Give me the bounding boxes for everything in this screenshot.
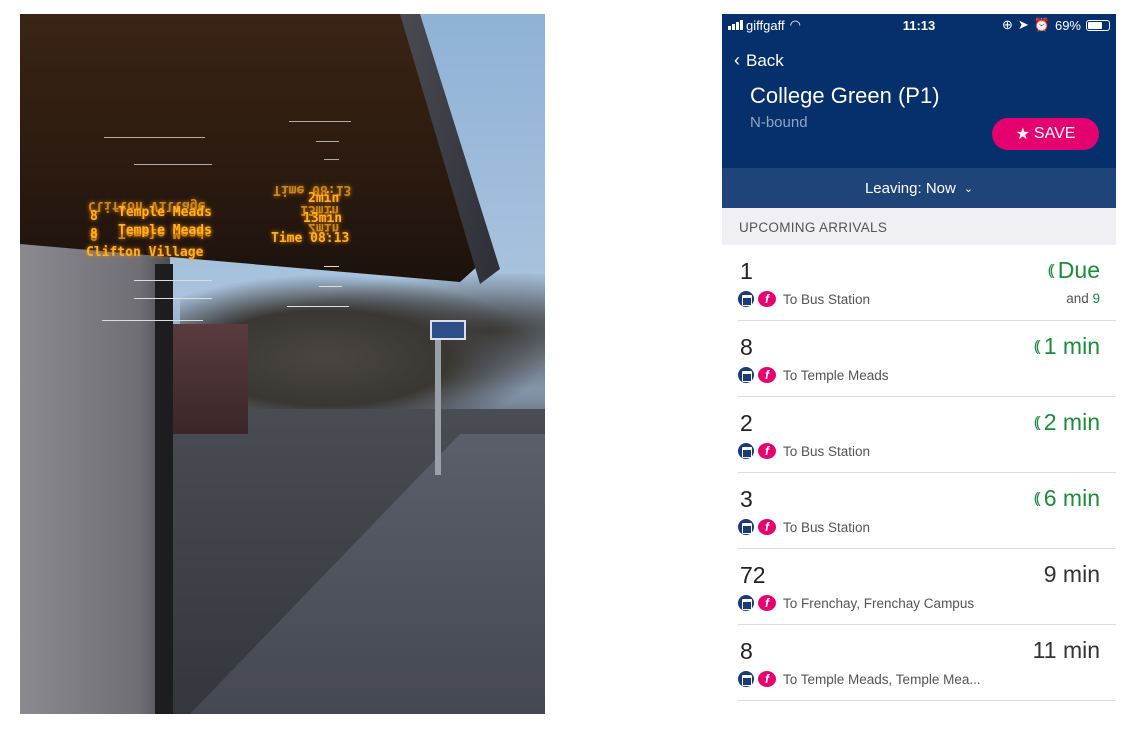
star-icon: ★ — [1015, 126, 1030, 143]
chevron-down-icon: ⌄ — [963, 182, 974, 195]
destination: To Bus Station — [783, 443, 871, 459]
arrival-row[interactable]: 2 f To Bus Station ((2 min — [722, 397, 1116, 473]
operator-logo-icon: f — [758, 519, 776, 535]
status-bar: giffgaff ◠ 11:13 ⊕ ➤ ⏰ 69% — [728, 17, 1110, 33]
next-arrival-prefix: and — [1066, 291, 1089, 306]
sign-clock: Time 08:13 — [271, 231, 350, 307]
clock: 11:13 — [902, 17, 936, 33]
operator-logo-icon: f — [758, 671, 776, 687]
eta: 6 min — [1043, 485, 1100, 511]
next-arrival-time: 9 — [1092, 291, 1100, 306]
route-number: 8 — [740, 638, 753, 664]
stop-title: College Green (P1) — [750, 83, 940, 108]
timetable-icon — [738, 443, 754, 459]
bus-stop-pole — [435, 320, 441, 475]
save-button[interactable]: ★ SAVE — [992, 118, 1099, 150]
arrival-row[interactable]: 1 f To Bus Station ((Due and 9 — [722, 245, 1116, 321]
lorry — [168, 324, 248, 434]
arrival-row[interactable]: 72 f To Frenchay, Frenchay Campus 9 min — [722, 549, 1116, 625]
destination: To Frenchay, Frenchay Campus — [783, 595, 975, 611]
operator-logo-icon: f — [758, 595, 776, 611]
eta: Due — [1057, 257, 1100, 283]
timetable-icon — [738, 671, 754, 687]
save-label: SAVE — [1033, 125, 1076, 142]
live-tracking-icon: (( — [1047, 262, 1055, 279]
destination: To Temple Meads, Temple Mea... — [783, 671, 981, 687]
arrivals-list: 1 f To Bus Station ((Due and 98 f To Templ… — [722, 245, 1116, 701]
back-label: Back — [746, 50, 784, 70]
destination: To Bus Station — [783, 291, 871, 307]
route-number: 72 — [740, 562, 766, 588]
live-tracking-icon: (( — [1033, 338, 1041, 355]
live-tracking-icon: (( — [1033, 490, 1041, 507]
eta: 2 min — [1043, 409, 1100, 435]
back-button[interactable]: ‹ Back — [734, 50, 784, 71]
arrival-row[interactable]: 3 f To Bus Station ((6 min — [722, 473, 1116, 549]
next-arrival: and 9 — [1066, 291, 1100, 306]
chevron-left-icon: ‹ — [734, 50, 740, 70]
route-number: 3 — [740, 486, 753, 512]
header: giffgaff ◠ 11:13 ⊕ ➤ ⏰ 69% ‹ Back Colleg… — [722, 14, 1116, 168]
destination: To Temple Meads — [783, 367, 889, 383]
timetable-icon — [738, 291, 754, 307]
operator-logo-icon: f — [758, 443, 776, 459]
timetable-icon — [738, 595, 754, 611]
eta: 9 min — [1043, 561, 1100, 587]
direction: N-bound — [750, 114, 808, 131]
bus-stop-photo: Clifton Village Time 08:13 13min 2min 8 … — [20, 14, 545, 714]
eta: 11 min — [1032, 637, 1100, 663]
bus-app-screen: giffgaff ◠ 11:13 ⊕ ➤ ⏰ 69% ‹ Back Colleg… — [722, 14, 1116, 714]
shelter-pole — [155, 264, 173, 714]
sign-stop-name: Clifton Village — [86, 245, 204, 321]
bus-stop-flag — [430, 320, 466, 340]
live-tracking-icon: (( — [1033, 414, 1041, 431]
arrival-row[interactable]: 8 f To Temple Meads ((1 min — [722, 321, 1116, 397]
operator-logo-icon: f — [758, 291, 776, 307]
leaving-label: Leaving: Now — [864, 179, 956, 197]
destination: To Bus Station — [783, 519, 871, 535]
timetable-icon — [738, 367, 754, 383]
route-number: 8 — [740, 334, 753, 360]
section-title: UPCOMING ARRIVALS — [722, 208, 1116, 245]
eta: 1 min — [1043, 333, 1100, 359]
leaving-time-selector[interactable]: Leaving: Now ⌄ — [722, 168, 1116, 208]
timetable-icon — [738, 519, 754, 535]
route-number: 1 — [740, 258, 753, 284]
arrival-row[interactable]: 8 f To Temple Meads, Temple Mea... 11 min — [722, 625, 1116, 701]
operator-logo-icon: f — [758, 367, 776, 383]
route-number: 2 — [740, 410, 753, 436]
led-departure-board: Clifton Village Time 08:13 13min 2min 8 … — [78, 109, 368, 321]
